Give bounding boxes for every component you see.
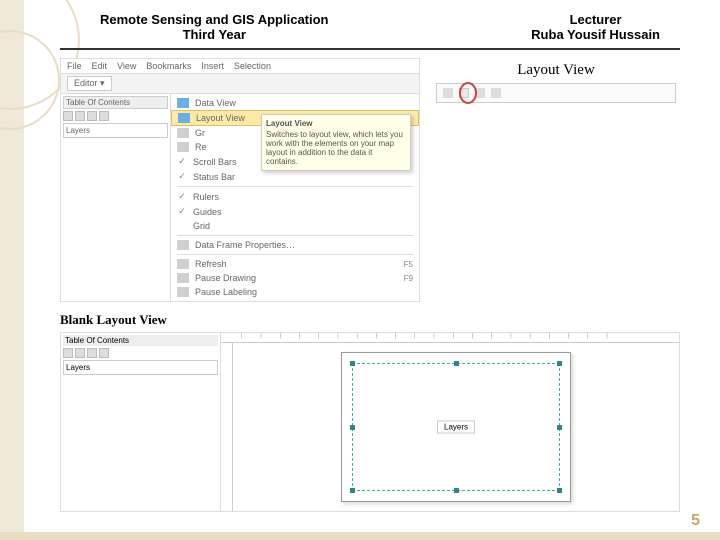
lecturer-name: Ruba Yousif Hussain [531, 27, 660, 42]
check-icon: ✓ [177, 171, 187, 182]
resize-handle[interactable] [557, 361, 562, 366]
resize-handle[interactable] [454, 361, 459, 366]
toc-panel: Table Of Contents Layers [61, 333, 221, 511]
toc-icon[interactable] [87, 348, 97, 358]
menu-refresh[interactable]: Refresh F5 [171, 257, 419, 271]
graphs-icon [177, 128, 189, 138]
menu-label: Data View [195, 98, 236, 108]
section-title: Blank Layout View [60, 312, 680, 328]
reports-icon [177, 142, 189, 152]
layout-canvas[interactable]: Layers [233, 343, 679, 511]
menu-label: Data Frame Properties… [195, 240, 295, 250]
frame-label: Layers [437, 421, 475, 434]
vertical-ruler [221, 343, 233, 511]
layout-view-tooltip: Layout View Switches to layout view, whi… [261, 114, 411, 171]
data-view-toggle-icon[interactable] [443, 88, 453, 98]
toc-icon-row [63, 109, 168, 123]
menu-bookmarks[interactable]: Bookmarks [146, 61, 191, 71]
course-title: Remote Sensing and GIS Application [100, 12, 329, 27]
page-number: 5 [691, 512, 700, 530]
editor-button[interactable]: Editor ▾ [67, 76, 112, 91]
toc-selection-icon[interactable] [99, 111, 109, 121]
toc-icon-row [63, 346, 218, 360]
resize-handle[interactable] [557, 425, 562, 430]
pause-icon [177, 273, 189, 283]
menu-file[interactable]: File [67, 61, 82, 71]
resize-handle[interactable] [454, 488, 459, 493]
toc-icon[interactable] [63, 348, 73, 358]
menu-label: Guides [193, 207, 222, 217]
toc-icon[interactable] [99, 348, 109, 358]
check-icon: ✓ [177, 156, 187, 167]
toolbar: Editor ▾ [61, 74, 419, 94]
toc-visibility-icon[interactable] [87, 111, 97, 121]
layout-page[interactable]: Layers [341, 352, 571, 502]
menu-data-view[interactable]: Data View [171, 96, 419, 110]
resize-handle[interactable] [350, 488, 355, 493]
layout-view-callout: Layout View [432, 58, 680, 302]
toc-title: Table Of Contents [63, 335, 218, 346]
layout-view-label: Layout View [436, 62, 676, 79]
horizontal-ruler: | | | | | | | | | | | | | | | | | | | | [221, 333, 679, 343]
toc-source-icon[interactable] [75, 111, 85, 121]
menu-label: Layout View [196, 113, 245, 123]
shortcut-label: F5 [404, 260, 413, 269]
arcmap-screenshot: File Edit View Bookmarks Insert Selectio… [60, 58, 420, 302]
menu-edit[interactable]: Edit [92, 61, 108, 71]
resize-handle[interactable] [557, 488, 562, 493]
header-divider [60, 48, 680, 50]
table-of-contents: Table Of Contents Layers [61, 94, 171, 301]
menu-label: Pause Labeling [195, 287, 257, 297]
red-highlight-circle [459, 82, 477, 104]
toc-view-icon[interactable] [63, 111, 73, 121]
tooltip-body: Switches to layout view, which lets you … [266, 130, 406, 166]
menu-label: Grid [193, 221, 210, 231]
menu-separator [177, 254, 413, 255]
data-view-icon [177, 98, 189, 108]
menu-selection[interactable]: Selection [234, 61, 271, 71]
data-frame[interactable]: Layers [352, 363, 560, 491]
refresh-icon [177, 259, 189, 269]
pause-label-icon [177, 287, 189, 297]
blank-layout-screenshot: Table Of Contents Layers | | | | | | | |… [60, 332, 680, 512]
menu-separator [177, 235, 413, 236]
menu-grid[interactable]: Grid [171, 219, 419, 233]
menu-rulers[interactable]: ✓ Rulers [171, 189, 419, 204]
menu-label: Refresh [195, 259, 227, 269]
menubar: File Edit View Bookmarks Insert Selectio… [61, 59, 419, 74]
menu-insert[interactable]: Insert [201, 61, 224, 71]
bottom-accent [0, 532, 720, 540]
slide-header: Remote Sensing and GIS Application Third… [0, 0, 720, 48]
pause-toggle-icon[interactable] [491, 88, 501, 98]
toc-title: Table Of Contents [63, 96, 168, 109]
resize-handle[interactable] [350, 361, 355, 366]
layers-node[interactable]: Layers [63, 123, 168, 138]
view-dropdown-menu: Data View Layout View Gr Re [171, 94, 419, 301]
menu-df-properties[interactable]: Data Frame Properties… [171, 238, 419, 252]
course-year: Third Year [100, 27, 329, 42]
check-icon: ✓ [177, 191, 187, 202]
menu-label: Status Bar [193, 172, 235, 182]
tooltip-title: Layout View [266, 119, 406, 128]
menu-label: Scroll Bars [193, 157, 237, 167]
properties-icon [177, 240, 189, 250]
view-toggle-strip [436, 83, 676, 103]
menu-label: Re [195, 142, 207, 152]
layout-view-icon [178, 113, 190, 123]
toc-icon[interactable] [75, 348, 85, 358]
menu-pause-labeling[interactable]: Pause Labeling [171, 285, 419, 299]
menu-label: Rulers [193, 192, 219, 202]
menu-separator [177, 186, 413, 187]
lecturer-label: Lecturer [531, 12, 660, 27]
menu-pause-drawing[interactable]: Pause Drawing F9 [171, 271, 419, 285]
menu-label: Pause Drawing [195, 273, 256, 283]
menu-view[interactable]: View [117, 61, 136, 71]
shortcut-label: F9 [404, 274, 413, 283]
check-icon: ✓ [177, 206, 187, 217]
layers-node[interactable]: Layers [63, 360, 218, 375]
menu-guides[interactable]: ✓ Guides [171, 204, 419, 219]
resize-handle[interactable] [350, 425, 355, 430]
menu-statusbar[interactable]: ✓ Status Bar [171, 169, 419, 184]
menu-label: Gr [195, 128, 205, 138]
